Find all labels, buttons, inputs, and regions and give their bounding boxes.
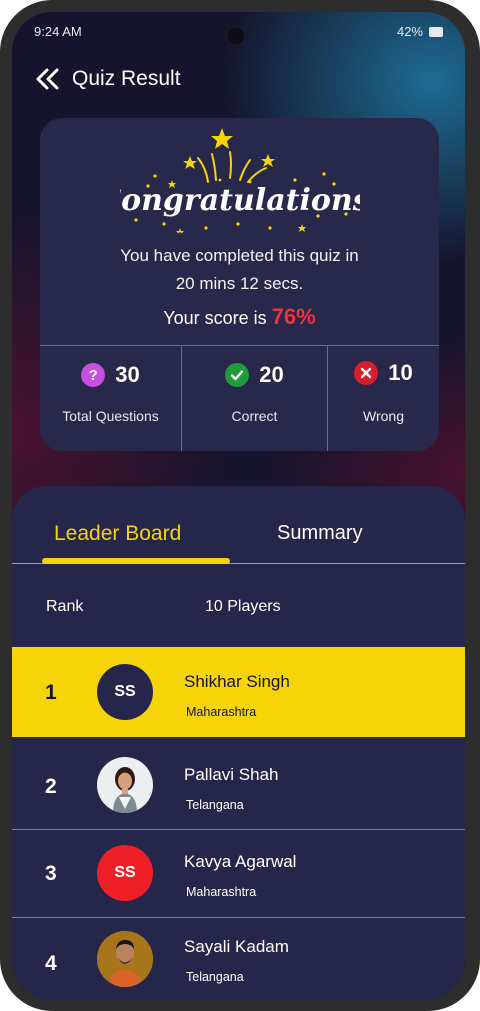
player-name: Shikhar Singh: [184, 672, 290, 691]
page-title: Quiz Result: [72, 67, 181, 90]
stat-total-questions: ? 30 Total Questions: [40, 346, 181, 451]
player-rank: 1: [45, 681, 57, 704]
player-name: Kavya Agarwal: [184, 852, 297, 871]
leaderboard-panel: Leader Board Summary Rank 10 Players 1 S…: [12, 486, 465, 1000]
avatar: SS: [97, 664, 153, 720]
player-rank: 4: [45, 952, 57, 975]
avatar-photo: [97, 931, 153, 987]
stat-total-label: Total Questions: [62, 408, 159, 424]
tab-bar: Leader Board Summary: [12, 486, 465, 564]
players-count: 10 Players: [205, 598, 281, 615]
player-state: Maharashtra: [186, 705, 257, 719]
check-icon: [225, 363, 250, 387]
player-name: Pallavi Shah: [184, 765, 279, 784]
score-prefix: Your score is: [163, 308, 267, 328]
player-state: Telangana: [186, 970, 244, 984]
leaderboard-row[interactable]: 3 SS Kavya Agarwal Maharashtra: [12, 830, 465, 918]
stat-wrong-value: 10: [388, 360, 413, 385]
leaderboard-row[interactable]: 2 Pallavi Shah Telangana: [12, 737, 465, 830]
stat-total-value: 30: [115, 362, 140, 387]
top-bar: Quiz Result: [34, 64, 181, 94]
player-state: Maharashtra: [186, 885, 257, 899]
avatar-photo: [97, 757, 153, 813]
player-state: Telangana: [186, 798, 244, 812]
stats-row: ? 30 Total Questions 20 Correct 10 Wrong: [40, 345, 439, 451]
completion-line-1: You have completed this quiz in: [120, 246, 359, 265]
player-rank: 2: [45, 775, 57, 798]
stat-wrong: 10 Wrong: [327, 346, 439, 451]
result-card: Congratulations! You have completed this…: [40, 118, 439, 451]
rank-header: Rank: [46, 598, 84, 615]
list-header: Rank 10 Players: [12, 598, 465, 622]
score-line: Your score is 76%: [40, 304, 439, 330]
player-name: Sayali Kadam: [184, 937, 289, 956]
avatar: SS: [97, 845, 153, 901]
camera-hole: [228, 28, 244, 44]
stat-wrong-label: Wrong: [363, 408, 404, 424]
leaderboard-row[interactable]: 1 SS Shikhar Singh Maharashtra: [12, 647, 465, 737]
question-icon: ?: [81, 363, 106, 387]
active-tab-indicator: [42, 558, 230, 564]
status-time: 9:24 AM: [34, 24, 82, 39]
back-icon[interactable]: [34, 65, 62, 93]
battery-percent: 42%: [396, 24, 423, 39]
stat-correct-value: 20: [259, 362, 284, 387]
cross-icon: [354, 361, 379, 385]
congratulations-banner: Congratulations!: [120, 128, 360, 234]
leaderboard-row[interactable]: 4 Sayali Kadam Telangana: [12, 918, 465, 1000]
player-rank: 3: [45, 862, 57, 885]
completion-line-2: 20 mins 12 secs.: [175, 274, 304, 293]
tab-leader-board[interactable]: Leader Board: [54, 522, 181, 546]
completion-message: You have completed this quiz in 20 mins …: [40, 242, 439, 298]
phone-frame: 9:24 AM 42% Quiz Result ongratulation Yo…: [0, 0, 480, 1011]
stat-correct: 20 Correct: [181, 346, 327, 451]
status-right: 42%: [397, 24, 443, 39]
score-value: 76%: [271, 304, 316, 329]
app-screen: 9:24 AM 42% Quiz Result ongratulation Yo…: [12, 12, 465, 1000]
tab-summary[interactable]: Summary: [277, 522, 363, 545]
congratulations-text: Congratulations!: [120, 183, 360, 218]
battery-icon: [429, 26, 443, 37]
stat-correct-label: Correct: [231, 408, 278, 424]
